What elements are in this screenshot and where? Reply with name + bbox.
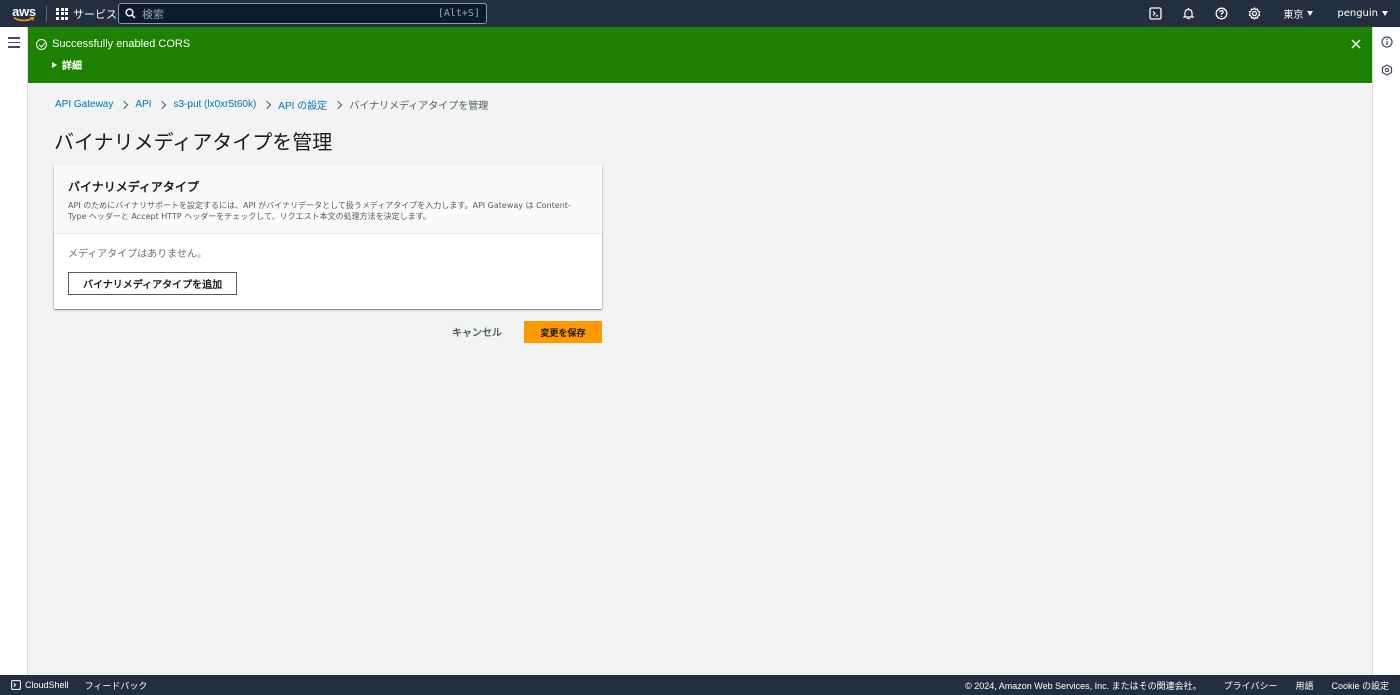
gear-icon [1248,7,1261,20]
menu-icon[interactable] [8,37,20,51]
privacy-link[interactable]: プライバシー [1224,679,1278,692]
container-description: API のためにバイナリサポートを設定するには、API がバイナリデータとして扱… [68,201,571,221]
bell-icon [1182,8,1195,20]
services-label: サービス [73,7,117,21]
terminal-icon [11,680,21,690]
breadcrumb: API Gateway API s3-put (lx0xr5t60k) API … [55,97,488,112]
nav-right-group: 東京 penguin [1139,0,1400,27]
breadcrumb-api[interactable]: API [135,99,151,110]
user-label: penguin [1337,8,1378,19]
region-label: 東京 [1283,10,1304,21]
search-icon [125,8,136,19]
flash-details-toggle[interactable]: 詳細 [52,57,82,72]
flash-details-label: 詳細 [62,61,82,72]
region-selector[interactable]: 東京 [1271,6,1325,21]
cookie-settings-link[interactable]: Cookie の設定 [1331,679,1389,692]
cloudshell-footer-button[interactable]: CloudShell [11,680,69,690]
top-navigation: aws サービス 検索 [Alt+S] 東京 penguin [0,0,1400,27]
add-binary-media-type-button[interactable]: バイナリメディアタイプを追加 [68,272,238,295]
help-icon [1215,7,1228,20]
empty-state-text: メディアタイプはありません。 [68,249,207,260]
save-changes-button[interactable]: 変更を保存 [524,321,602,343]
aws-logo-text: aws [12,3,36,19]
footer-links: © 2024, Amazon Web Services, Inc. またはその関… [965,675,1389,695]
chevron-right-icon [333,100,343,109]
cancel-button[interactable]: キャンセル [452,324,502,339]
aws-logo[interactable]: aws [6,0,42,27]
breadcrumb-api-gateway[interactable]: API Gateway [55,99,113,110]
copyright-text: © 2024, Amazon Web Services, Inc. またはその関… [965,680,1202,691]
container-header: バイナリメディアタイプ API のためにバイナリサポートを設定するには、API … [54,166,602,234]
caret-down-icon [1382,11,1388,16]
hexagon-icon[interactable] [1381,64,1393,76]
account-menu[interactable]: penguin [1325,8,1400,19]
chevron-right-icon [158,100,167,109]
right-side-rail [1372,27,1400,675]
search-input[interactable]: 検索 [Alt+S] [118,3,487,24]
success-flash-banner: Successfully enabled CORS 詳細 [28,27,1372,83]
breadcrumb-api-settings[interactable]: API の設定 [278,97,327,112]
caret-right-icon [52,61,57,68]
caret-down-icon [1307,11,1314,16]
help-button[interactable] [1205,0,1238,27]
container-body: メディアタイプはありません。 バイナリメディアタイプを追加 [54,234,602,306]
breadcrumb-api-name[interactable]: s3-put (lx0xr5t60k) [173,99,256,110]
search-shortcut: [Alt+S] [437,8,480,19]
grid-icon [56,7,68,20]
terminal-icon [1149,7,1163,20]
search-placeholder: 検索 [142,7,164,21]
success-check-icon [36,39,47,50]
flash-message: Successfully enabled CORS [52,38,191,50]
info-icon[interactable] [1381,36,1393,48]
terms-link[interactable]: 用語 [1295,679,1313,692]
container-title: バイナリメディアタイプ [68,180,199,194]
feedback-link[interactable]: フィードバック [85,679,148,692]
binary-media-types-container: バイナリメディアタイプ API のためにバイナリサポートを設定するには、API … [54,166,602,309]
nav-divider [46,5,47,22]
cloudshell-button[interactable] [1139,0,1172,27]
left-side-rail [0,27,28,675]
cloudshell-label: CloudShell [25,680,69,690]
chevron-right-icon [263,100,272,109]
page-title: バイナリメディアタイプを管理 [54,130,333,154]
close-icon[interactable] [1350,38,1362,50]
notifications-button[interactable] [1172,0,1205,27]
settings-button[interactable] [1238,0,1271,27]
chevron-right-icon [120,100,129,109]
aws-smile-icon [13,16,35,21]
breadcrumb-current: バイナリメディアタイプを管理 [349,101,489,112]
form-actions: キャンセル 変更を保存 [54,321,602,343]
footer: CloudShell フィードバック © 2024, Amazon Web Se… [0,675,1400,695]
services-menu-button[interactable]: サービス [56,6,117,22]
